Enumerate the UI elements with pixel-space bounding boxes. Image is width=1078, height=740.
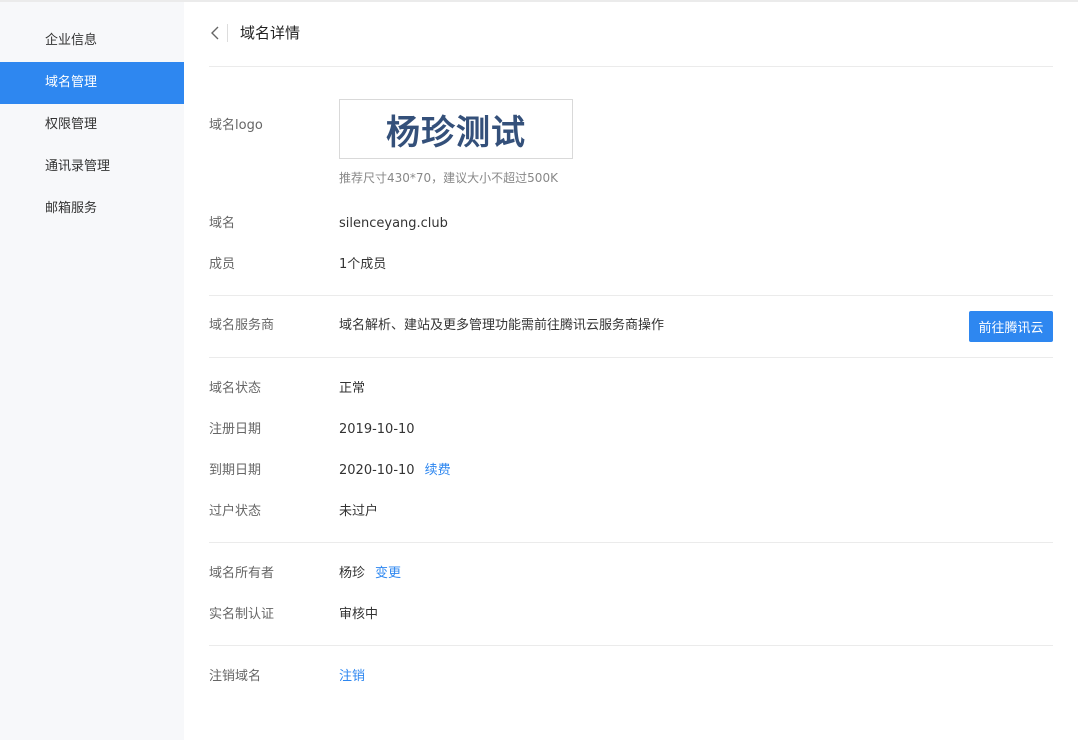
- cancel-domain-link[interactable]: 注销: [339, 669, 365, 684]
- status-row: 域名状态 正常: [209, 368, 1053, 409]
- expire-date-label: 到期日期: [209, 463, 262, 478]
- logo-image[interactable]: 杨珍测试: [339, 99, 573, 159]
- status-label: 域名状态: [209, 381, 262, 396]
- register-date-row: 注册日期 2019-10-10: [209, 409, 1053, 450]
- owner-label: 域名所有者: [209, 566, 275, 581]
- transfer-status-value: 未过户: [339, 504, 379, 519]
- provider-label: 域名服务商: [209, 318, 275, 333]
- sidebar-item-contacts-management[interactable]: 通讯录管理: [0, 146, 184, 188]
- domain-value: silenceyang.club: [339, 216, 448, 231]
- cancel-domain-row: 注销域名 注销: [209, 656, 1053, 697]
- owner-value: 杨珍 变更: [339, 565, 401, 583]
- register-date-label: 注册日期: [209, 422, 262, 437]
- transfer-status-label: 过户状态: [209, 504, 262, 519]
- back-button[interactable]: [209, 24, 221, 42]
- cancel-section: 注销域名 注销: [209, 646, 1053, 697]
- page-header: 域名详情: [209, 2, 1053, 67]
- page-title: 域名详情: [240, 24, 301, 42]
- expire-date-value: 2020-10-10 续费: [339, 462, 451, 480]
- members-row: 成员 1个成员: [209, 244, 1053, 285]
- basic-info-section: 域名logo 杨珍测试 推荐尺寸430*70，建议大小不超过500K 域名 si…: [209, 67, 1053, 296]
- provider-row: 域名服务商 域名解析、建站及更多管理功能需前往腾讯云服务商操作 前往腾讯云: [209, 296, 1053, 357]
- owner-section: 域名所有者 杨珍 变更 实名制认证 审核中: [209, 543, 1053, 646]
- logo-label: 域名logo: [209, 118, 263, 133]
- cancel-domain-value: 注销: [339, 668, 365, 686]
- sidebar-item-permission-management[interactable]: 权限管理: [0, 104, 184, 146]
- provider-value: 域名解析、建站及更多管理功能需前往腾讯云服务商操作: [339, 318, 665, 333]
- members-label: 成员: [209, 257, 236, 272]
- members-value: 1个成员: [339, 257, 387, 272]
- verification-row: 实名制认证 审核中: [209, 594, 1053, 635]
- sidebar-item-company-info[interactable]: 企业信息: [0, 20, 184, 62]
- expire-date-row: 到期日期 2020-10-10 续费: [209, 450, 1053, 491]
- cancel-domain-label: 注销域名: [209, 669, 262, 684]
- status-section: 域名状态 正常 注册日期 2019-10-10 到期日期 2020-10-10 续…: [209, 358, 1053, 543]
- header-divider: [227, 24, 228, 42]
- transfer-status-row: 过户状态 未过户: [209, 491, 1053, 532]
- verification-value: 审核中: [339, 607, 379, 622]
- owner-name: 杨珍: [339, 566, 366, 581]
- renew-link[interactable]: 续费: [425, 463, 451, 478]
- logo-row: 域名logo 杨珍测试 推荐尺寸430*70，建议大小不超过500K: [209, 67, 1053, 203]
- chevron-left-icon: [211, 26, 219, 40]
- go-to-tencent-cloud-button[interactable]: 前往腾讯云: [969, 311, 1053, 342]
- logo-text: 杨珍测试: [386, 112, 526, 153]
- verification-label: 实名制认证: [209, 607, 275, 622]
- main-content: 域名详情 域名logo 杨珍测试 推荐尺寸430*70，建议大小不超过500K …: [209, 2, 1053, 740]
- domain-row: 域名 silenceyang.club: [209, 203, 1053, 244]
- expire-date-text: 2020-10-10: [339, 463, 415, 478]
- owner-row: 域名所有者 杨珍 变更: [209, 553, 1053, 594]
- domain-label: 域名: [209, 216, 236, 231]
- change-owner-link[interactable]: 变更: [375, 566, 401, 581]
- sidebar-item-domain-management[interactable]: 域名管理: [0, 62, 184, 104]
- sidebar: 企业信息 域名管理 权限管理 通讯录管理 邮箱服务: [0, 2, 184, 740]
- logo-size-hint: 推荐尺寸430*70，建议大小不超过500K: [339, 171, 558, 185]
- status-value: 正常: [339, 381, 366, 396]
- register-date-value: 2019-10-10: [339, 422, 415, 437]
- provider-section: 域名服务商 域名解析、建站及更多管理功能需前往腾讯云服务商操作 前往腾讯云: [209, 296, 1053, 358]
- sidebar-item-mail-service[interactable]: 邮箱服务: [0, 188, 184, 230]
